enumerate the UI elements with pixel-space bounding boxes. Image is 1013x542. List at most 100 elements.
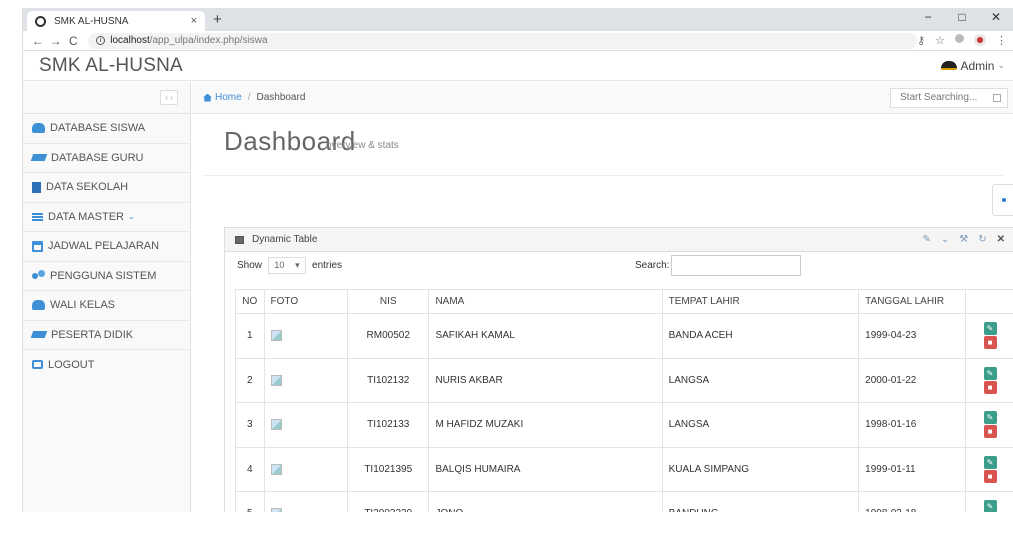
key-icon[interactable]: ⚷ xyxy=(917,34,925,47)
reload-icon[interactable]: C xyxy=(65,34,83,48)
column-header-no[interactable]: NO xyxy=(235,289,265,314)
minimize-button[interactable]: − xyxy=(911,10,945,24)
maximize-button[interactable]: □ xyxy=(945,10,979,24)
cell-actions: ✎■ xyxy=(965,357,1013,403)
sidebar: ‹ › DATABASE SISWA DATABASE GURU DATA SE… xyxy=(23,82,191,512)
gear-icon xyxy=(999,196,1008,204)
sidebar-item-database-siswa[interactable]: DATABASE SISWA xyxy=(23,114,190,144)
edit-button[interactable]: ✎ xyxy=(983,411,997,425)
edit-button[interactable]: ✎ xyxy=(983,455,997,469)
collapse-icon[interactable]: ⌄ xyxy=(941,234,949,245)
breadcrumb: Home / Dashboard Start Searching... xyxy=(192,82,1013,114)
user-name: Admin xyxy=(960,58,995,73)
table-search-input[interactable] xyxy=(671,255,802,276)
edit-button[interactable]: ✎ xyxy=(983,322,997,336)
users-icon xyxy=(32,300,45,311)
cell-nis: TI102133 xyxy=(346,402,430,448)
column-header-nama[interactable]: NAMA xyxy=(428,289,663,314)
url-field[interactable]: i localhost/app_ulpa/index.php/siswa xyxy=(88,32,918,49)
widget-title: Dynamic Table xyxy=(252,234,318,245)
widget-header: Dynamic Table ✎ ⌄ ⚒ ↻ ✕ xyxy=(225,228,1013,252)
breadcrumb-home-label: Home xyxy=(215,92,242,103)
profile-icon[interactable] xyxy=(974,34,986,46)
search-input[interactable]: Start Searching... xyxy=(890,87,1008,108)
cell-no: 5 xyxy=(235,491,265,512)
cell-tempat-lahir: LANGSA xyxy=(661,402,860,448)
cell-nis: RM00502 xyxy=(346,313,430,359)
chevron-down-icon: ⌄ xyxy=(997,60,1005,70)
cell-no: 3 xyxy=(235,402,265,448)
cell-foto xyxy=(263,402,348,448)
cell-tanggal-lahir: 1999-04-23 xyxy=(858,313,967,359)
cell-nama: JONO xyxy=(428,491,663,512)
table-row: 1 RM00502 SAFIKAH KAMAL BANDA ACEH 1999-… xyxy=(235,313,1013,359)
table-row: 4 TI1021395 BALQIS HUMAIRA KUALA SIMPANG… xyxy=(235,446,1013,492)
new-tab-button[interactable]: + xyxy=(213,11,222,28)
sidebar-item-label: LOGOUT xyxy=(48,358,95,371)
sidebar-item-label: DATABASE GURU xyxy=(51,151,144,164)
broken-image-icon xyxy=(270,330,282,342)
delete-button[interactable]: ■ xyxy=(983,380,997,394)
sidebar-item-wali-kelas[interactable]: WALI KELAS xyxy=(23,291,190,321)
page-header: Dashboard overview & stats xyxy=(202,114,1004,176)
brand-title[interactable]: SMK AL-HUSNA xyxy=(39,55,183,77)
wrench-icon[interactable]: ⚒ xyxy=(959,234,968,245)
address-bar: ← → C i localhost/app_ulpa/index.php/sis… xyxy=(23,31,1013,51)
browser-toolbar-icons: ⚷ ☆ ⋮ xyxy=(917,34,1013,47)
cell-tanggal-lahir: 2000-01-22 xyxy=(858,357,967,403)
tab-title: SMK AL-HUSNA xyxy=(54,15,129,27)
calendar-icon xyxy=(32,240,43,252)
forward-icon[interactable]: → xyxy=(47,34,65,48)
close-window-button[interactable]: ✕ xyxy=(979,10,1013,24)
close-icon[interactable]: ✕ xyxy=(997,234,1005,245)
extension-icon[interactable] xyxy=(955,34,964,43)
column-header-nis[interactable]: NIS xyxy=(346,289,430,314)
cell-actions: ✎■ xyxy=(965,491,1013,512)
tab-close-icon[interactable]: × xyxy=(191,15,197,27)
column-header-tanggal-lahir[interactable]: TANGGAL LAHIR xyxy=(858,289,967,314)
cell-actions: ✎■ xyxy=(965,402,1013,448)
browser-tab[interactable]: SMK AL-HUSNA × xyxy=(27,11,205,31)
menu-dots-icon[interactable]: ⋮ xyxy=(996,34,1007,47)
sidebar-collapse-button[interactable]: ‹ › xyxy=(160,90,178,105)
sidebar-item-database-guru[interactable]: DATABASE GURU xyxy=(23,144,190,173)
table-row: 3 TI102133 M HAFIDZ MUZAKI LANGSA 1998-0… xyxy=(235,402,1013,448)
sidebar-item-data-master[interactable]: DATA MASTER ⌄ xyxy=(23,203,190,232)
sidebar-item-logout[interactable]: LOGOUT xyxy=(23,350,190,380)
delete-button[interactable]: ■ xyxy=(983,336,997,350)
favicon-icon xyxy=(35,15,46,27)
column-header-tempat-lahir[interactable]: TEMPAT LAHIR xyxy=(661,289,860,314)
sidebar-item-pengguna-sistem[interactable]: PENGGUNA SISTEM xyxy=(23,262,190,291)
breadcrumb-home[interactable]: Home xyxy=(203,92,242,103)
edit-button[interactable]: ✎ xyxy=(983,366,997,380)
search-icon[interactable] xyxy=(993,93,1001,102)
refresh-icon[interactable]: ↻ xyxy=(978,234,986,245)
edit-icon[interactable]: ✎ xyxy=(922,234,930,245)
sidebar-item-jadwal-pelajaran[interactable]: JADWAL PELAJARAN xyxy=(23,232,190,262)
cell-tanggal-lahir: 1998-01-16 xyxy=(858,402,967,448)
delete-button[interactable]: ■ xyxy=(983,425,997,439)
star-icon[interactable]: ☆ xyxy=(935,34,945,47)
sidebar-item-label: DATA SEKOLAH xyxy=(46,181,129,194)
app-header: SMK AL-HUSNA Admin ⌄ xyxy=(23,51,1013,81)
cell-nama: BALQIS HUMAIRA xyxy=(428,446,663,492)
settings-panel-toggle[interactable] xyxy=(992,184,1013,216)
entries-select[interactable]: 10 ▾ xyxy=(268,256,307,274)
breadcrumb-separator: / xyxy=(247,92,251,103)
cell-foto xyxy=(263,357,348,403)
edit-button[interactable]: ✎ xyxy=(983,500,997,512)
back-icon[interactable]: ← xyxy=(29,34,47,48)
cell-foto xyxy=(263,313,348,359)
graduation-cap-icon xyxy=(30,154,48,162)
cell-foto xyxy=(263,491,348,512)
delete-button[interactable]: ■ xyxy=(983,469,997,483)
user-menu[interactable]: Admin ⌄ xyxy=(941,59,1013,73)
sidebar-item-peserta-didik[interactable]: PESERTA DIDIK xyxy=(23,321,190,350)
sidebar-item-label: DATA MASTER xyxy=(48,210,124,223)
table-row: 2 TI102132 NURIS AKBAR LANGSA 2000-01-22… xyxy=(235,357,1013,403)
cell-tempat-lahir: BANDUNG xyxy=(661,491,860,512)
column-header-foto[interactable]: FOTO xyxy=(263,289,348,314)
logout-icon xyxy=(32,360,43,370)
site-info-icon[interactable]: i xyxy=(96,36,106,45)
sidebar-item-data-sekolah[interactable]: DATA SEKOLAH xyxy=(23,173,190,203)
